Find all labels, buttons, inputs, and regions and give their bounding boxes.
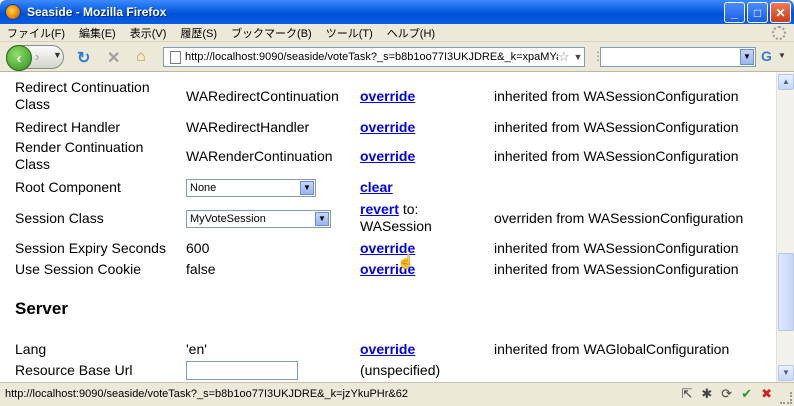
row-source: overriden from WASessionConfiguration	[494, 210, 744, 226]
override-link[interactable]: override	[360, 119, 415, 135]
config-row: Resource Base Url (unspecified)	[0, 361, 776, 382]
menu-edit[interactable]: 編集(E)	[72, 25, 123, 41]
row-name: Use Session Cookie	[15, 261, 142, 277]
resource-base-url-input[interactable]	[186, 361, 298, 380]
page-icon	[170, 50, 181, 64]
back-forward-group: ‹ › ▼	[6, 45, 64, 71]
history-dropdown-icon[interactable]: ▼	[53, 50, 62, 60]
menu-bar: ファイル(F) 編集(E) 表示(V) 履歴(S) ブックマーク(B) ツール(…	[0, 24, 794, 42]
config-row: Use Session Cookie false override inheri…	[0, 261, 776, 279]
firefox-logo-icon	[5, 4, 21, 20]
section-heading: Server	[15, 299, 68, 318]
resize-grip-icon[interactable]	[780, 392, 792, 404]
revert-suffix: to:	[402, 201, 419, 217]
row-source: inherited from WASessionConfiguration	[494, 88, 739, 104]
status-text: http://localhost:9090/seaside/voteTask?_…	[5, 388, 408, 400]
search-dropdown-icon[interactable]: ▼	[740, 49, 754, 65]
maximize-button[interactable]: □	[747, 2, 768, 23]
config-row: Lang 'en' override inherited from WAGlob…	[0, 341, 776, 359]
row-source: inherited from WAGlobalConfiguration	[494, 341, 730, 357]
forward-button[interactable]: ›	[35, 49, 39, 64]
row-name: Session Expiry Seconds	[15, 240, 166, 256]
row-source: inherited from WASessionConfiguration	[494, 148, 739, 164]
navigation-toolbar: ‹ › ▼ ↻ ✕ ⌂ http://localhost:9090/seasid…	[0, 42, 794, 72]
gear-icon[interactable]: ✱	[701, 386, 712, 402]
menu-help[interactable]: ヘルプ(H)	[380, 25, 442, 41]
config-row: Session Expiry Seconds 600 override inhe…	[0, 240, 776, 258]
config-row: Session Class MyVoteSession ▼ revert to:…	[0, 201, 776, 237]
row-value: false	[186, 261, 216, 277]
row-name: Resource Base Url	[15, 362, 133, 378]
toolbar-grip-icon: ⋮	[592, 49, 604, 63]
row-value: WARedirectContinuation	[186, 88, 339, 104]
back-button[interactable]: ‹	[6, 45, 32, 71]
row-name: Root Component	[15, 179, 121, 195]
google-engine-icon[interactable]: G	[761, 48, 772, 64]
menu-history[interactable]: 履歴(S)	[173, 25, 224, 41]
override-link[interactable]: override	[360, 148, 415, 164]
home-icon[interactable]: ⌂	[136, 48, 146, 66]
row-name: Render Continuation Class	[15, 139, 144, 172]
check-icon[interactable]: ✔	[741, 386, 752, 402]
chevron-down-icon[interactable]: ▼	[315, 212, 329, 226]
session-class-select[interactable]: MyVoteSession ▼	[186, 210, 331, 228]
clear-link[interactable]: clear	[360, 179, 393, 195]
revert-action: revert to: WASession	[360, 201, 432, 235]
reload-icon[interactable]: ↻	[77, 48, 90, 68]
engine-dropdown-icon[interactable]: ▼	[778, 51, 786, 60]
row-value: 'en'	[186, 341, 207, 357]
menu-view[interactable]: 表示(V)	[123, 25, 174, 41]
bookmark-star-icon[interactable]: ☆	[558, 49, 572, 65]
throbber-icon	[772, 26, 786, 40]
window-title: Seaside - Mozilla Firefox	[27, 5, 167, 19]
revert-target: WASession	[360, 218, 432, 234]
row-name: Redirect Handler	[15, 119, 121, 135]
row-value: WARedirectHandler	[186, 119, 310, 135]
select-value: MyVoteSession	[190, 213, 266, 225]
override-link[interactable]: override	[360, 341, 415, 357]
row-source: inherited from WASessionConfiguration	[494, 240, 739, 256]
window-controls: _ □ ✕	[724, 2, 791, 23]
row-value: WARenderContinuation	[186, 148, 333, 164]
chevron-down-icon[interactable]: ▼	[300, 181, 314, 195]
url-bar[interactable]: http://localhost:9090/seaside/voteTask?_…	[163, 47, 585, 67]
minimize-button[interactable]: _	[724, 2, 745, 23]
select-value: None	[190, 182, 217, 194]
config-row: Redirect Continuation Class WARedirectCo…	[0, 79, 776, 115]
row-name: Lang	[15, 341, 47, 357]
error-icon[interactable]: ✖	[761, 386, 772, 402]
inspect-icon[interactable]: ⇱	[681, 386, 692, 402]
url-dropdown-icon[interactable]: ▼	[572, 52, 584, 62]
menu-bookmarks[interactable]: ブックマーク(B)	[224, 25, 319, 41]
row-source: inherited from WASessionConfiguration	[494, 119, 739, 135]
close-button[interactable]: ✕	[770, 2, 791, 23]
sync-icon[interactable]: ⟳	[721, 386, 732, 402]
config-row: Root Component None ▼ clear	[0, 179, 776, 199]
config-row: Redirect Handler WARedirectHandler overr…	[0, 119, 776, 137]
row-name: Redirect Continuation Class	[15, 79, 150, 112]
stop-icon[interactable]: ✕	[107, 48, 120, 68]
hand-cursor-icon: ☝	[397, 253, 415, 269]
scroll-up-button[interactable]: ▲	[778, 74, 794, 90]
page-content: Redirect Continuation Class WARedirectCo…	[0, 73, 776, 382]
root-component-select[interactable]: None ▼	[186, 179, 316, 197]
row-name: Session Class	[15, 210, 104, 226]
override-link[interactable]: override	[360, 88, 415, 104]
status-icons: ⇱ ✱ ⟳ ✔ ✖	[681, 386, 772, 402]
scroll-down-button[interactable]: ▼	[778, 365, 794, 381]
row-source: inherited from WASessionConfiguration	[494, 261, 739, 277]
menu-file[interactable]: ファイル(F)	[0, 25, 72, 41]
search-input[interactable]: ▼	[600, 47, 756, 67]
config-row: Render Continuation Class WARenderContin…	[0, 139, 776, 175]
revert-link[interactable]: revert	[360, 201, 399, 217]
vertical-scrollbar[interactable]: ▲ ▼	[776, 73, 794, 382]
url-text[interactable]: http://localhost:9090/seaside/voteTask?_…	[185, 51, 558, 63]
row-value: 600	[186, 240, 210, 256]
row-source: (unspecified)	[360, 362, 441, 378]
scroll-thumb[interactable]	[778, 253, 794, 331]
status-bar: http://localhost:9090/seaside/voteTask?_…	[0, 382, 794, 406]
menu-tools[interactable]: ツール(T)	[319, 25, 380, 41]
title-bar: Seaside - Mozilla Firefox _ □ ✕	[0, 0, 794, 24]
